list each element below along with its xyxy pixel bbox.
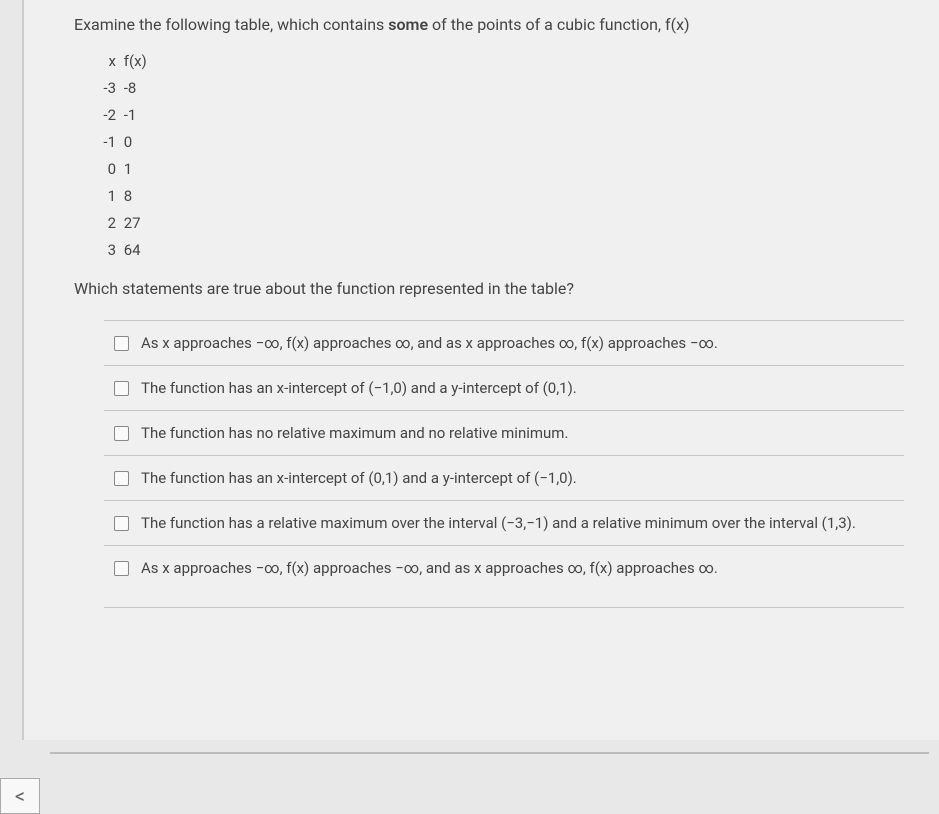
data-table: x f(x) -3 -8 -2 -1 -1 0 0 1 1 8 2 27 3 6 [94,52,904,259]
checkbox[interactable] [114,426,129,441]
table-cell-x: -3 [94,79,116,97]
table-header-fx: f(x) [124,52,154,70]
option-row[interactable]: The function has no relative maximum and… [104,410,904,455]
prompt-text-bold: some [388,15,428,34]
question-content: Examine the following table, which conta… [22,0,939,740]
table-cell-fx: -1 [124,106,154,124]
table-cell-x: -2 [94,106,116,124]
checkbox[interactable] [114,516,129,531]
table-cell-x: 2 [94,214,116,232]
table-cell-x: 3 [94,241,116,259]
options-list: As x approaches −∞, f(x) approaches ∞, a… [104,320,904,608]
option-text: The function has a relative maximum over… [141,514,904,532]
question-prompt: Examine the following table, which conta… [74,15,904,34]
prev-button[interactable]: < [0,778,40,814]
table-cell-fx: 1 [124,160,154,178]
option-row[interactable]: The function has an x-intercept of (0,1)… [104,455,904,500]
table-cell-x: -1 [94,133,116,151]
table-row: 1 8 [94,187,904,205]
table-cell-fx: 27 [124,214,154,232]
option-row[interactable]: As x approaches −∞, f(x) approaches ∞, a… [104,320,904,365]
table-row: -2 -1 [94,106,904,124]
option-text: As x approaches −∞, f(x) approaches ∞, a… [141,334,904,352]
table-cell-fx: 8 [124,187,154,205]
table-row: -3 -8 [94,79,904,97]
table-row: 0 1 [94,160,904,178]
option-text: The function has no relative maximum and… [141,424,904,442]
chevron-left-icon: < [15,784,25,808]
table-header-row: x f(x) [94,52,904,70]
checkbox[interactable] [114,561,129,576]
option-row[interactable]: The function has an x-intercept of (−1,0… [104,365,904,410]
prompt-text-pre: Examine the following table, which conta… [74,15,388,34]
option-row[interactable]: As x approaches −∞, f(x) approaches −∞, … [104,545,904,608]
option-text: The function has an x-intercept of (0,1)… [141,469,904,487]
option-text: The function has an x-intercept of (−1,0… [141,379,904,397]
checkbox[interactable] [114,381,129,396]
table-cell-x: 0 [94,160,116,178]
table-row: 3 64 [94,241,904,259]
prompt-text-post: of the points of a cubic function, f(x) [428,15,690,34]
table-cell-fx: 0 [124,133,154,151]
checkbox[interactable] [114,336,129,351]
option-row[interactable]: The function has a relative maximum over… [104,500,904,545]
table-cell-fx: 64 [124,241,154,259]
divider [50,752,929,754]
table-cell-x: 1 [94,187,116,205]
table-row: 2 27 [94,214,904,232]
option-text: As x approaches −∞, f(x) approaches −∞, … [141,559,904,577]
table-cell-fx: -8 [124,79,154,97]
sub-prompt: Which statements are true about the func… [74,279,904,298]
table-row: -1 0 [94,133,904,151]
checkbox[interactable] [114,471,129,486]
table-header-x: x [94,52,116,70]
